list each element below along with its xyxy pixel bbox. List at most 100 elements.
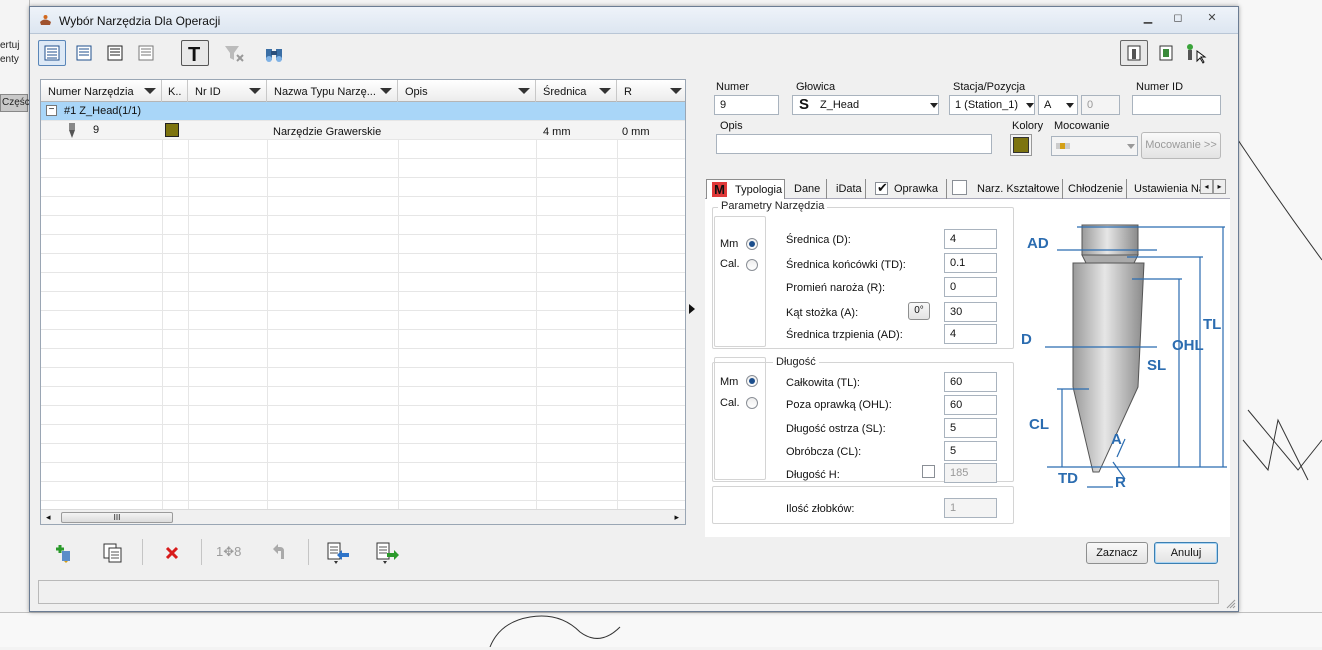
column-header-nazwa[interactable]: Nazwa Typu Narzę...	[267, 80, 398, 102]
cell-srednica: 4 mm	[543, 126, 571, 138]
unit-cal-radio[interactable]	[746, 397, 758, 409]
param-srednica-koncowki-input[interactable]: 0.1	[944, 253, 997, 273]
sort-arrow-icon	[380, 88, 392, 94]
column-header-numer[interactable]: Numer Narzędzia	[41, 80, 162, 102]
cell-numer: 9	[93, 124, 100, 136]
scroll-left-icon[interactable]: ◂	[46, 512, 51, 523]
delete-x-icon	[165, 546, 179, 560]
milling-m-icon: M	[712, 182, 727, 197]
tool-color-button[interactable]	[1182, 40, 1210, 66]
holder-view-button[interactable]	[1152, 40, 1180, 66]
diagram-label-td: TD	[1058, 470, 1078, 487]
copy-tool-button[interactable]	[102, 541, 124, 563]
column-header-nr-id[interactable]: Nr ID	[188, 80, 267, 102]
opis-input[interactable]	[716, 134, 992, 154]
column-header-kolor[interactable]: K..	[162, 80, 188, 102]
tab-scroll-right[interactable]: ▸	[1213, 179, 1226, 194]
group-row[interactable]: − #1 Z_Head(1/1)	[41, 102, 685, 121]
scroll-thumb[interactable]: III	[61, 512, 173, 523]
select-button[interactable]: Zaznacz	[1086, 542, 1148, 564]
length-ostrza-input[interactable]: 5	[944, 418, 997, 438]
stacja-select[interactable]: 1 (Station_1)	[949, 95, 1035, 115]
undo-arrow-icon	[273, 544, 284, 559]
length-poza-oprawka-input[interactable]: 60	[944, 395, 997, 415]
restore-button[interactable]: ◻	[1165, 10, 1191, 27]
length-label: Długość ostrza (SL):	[786, 423, 886, 435]
table-row[interactable]: 9 Narzędzie Grawerskie 4 mm 0 mm	[41, 121, 685, 140]
glowica-value: Z_Head	[820, 99, 860, 111]
narz-ksztaltowe-checkbox[interactable]	[952, 180, 967, 195]
param-promien-input[interactable]: 0	[944, 277, 997, 297]
background-cad-area	[1237, 0, 1322, 647]
svg-text:T: T	[188, 44, 200, 65]
view-list-2-button[interactable]	[70, 40, 98, 66]
tab-label: Chłodzenie	[1068, 183, 1124, 195]
unit-cal-radio[interactable]	[746, 259, 758, 271]
tab-typologia[interactable]: M Typologia	[706, 179, 785, 199]
tab-narz-ksztaltowe[interactable]: Narz. Kształtowe	[947, 179, 1063, 199]
param-srednica-trzpienia-input[interactable]: 4	[944, 324, 997, 344]
tab-chlodzenie[interactable]: Chłodzenie	[1063, 179, 1127, 199]
renumber-button[interactable]: 1✥8	[216, 541, 246, 563]
unit-mm-radio[interactable]	[746, 375, 758, 387]
view-list-1-button[interactable]	[38, 40, 66, 66]
tool-selection-dialog: Wybór Narzędzia Dla Operacji ▁ ◻ ✕ T Num…	[29, 6, 1239, 612]
view-list-4-button[interactable]	[132, 40, 160, 66]
tab-scroll-left[interactable]: ◂	[1200, 179, 1213, 194]
tool-properties-panel: Numer 9 Głowica S Z_Head Stacja/Pozycja …	[705, 79, 1230, 537]
horizontal-scrollbar[interactable]: ◂ III ▸	[41, 509, 685, 524]
glowica-select[interactable]: S Z_Head	[792, 95, 939, 115]
column-header-opis[interactable]: Opis	[398, 80, 536, 102]
color-picker-button[interactable]	[1010, 134, 1032, 156]
opis-label: Opis	[720, 120, 743, 132]
chevron-down-icon	[1066, 103, 1074, 108]
find-button[interactable]	[260, 40, 288, 66]
delete-tool-button[interactable]	[161, 541, 183, 563]
column-header-r[interactable]: R	[617, 80, 687, 102]
typologia-panel: Parametry Narzędzia Mm Cal. Średnica (D)…	[705, 199, 1230, 537]
app-icon	[40, 15, 51, 25]
resize-grip-icon[interactable]	[1226, 599, 1236, 609]
numer-input[interactable]: 9	[714, 95, 779, 115]
length-label: Całkowita (TL):	[786, 377, 860, 389]
clear-filter-button[interactable]	[220, 40, 248, 66]
column-header-srednica[interactable]: Średnica	[536, 80, 617, 102]
unit-mm-radio[interactable]	[746, 238, 758, 250]
oprawka-checkbox[interactable]	[875, 180, 888, 196]
text-filter-button[interactable]: T	[181, 40, 209, 66]
length-obrobcza-input[interactable]: 5	[944, 441, 997, 461]
mocowanie-select[interactable]	[1051, 136, 1138, 156]
tool-geometry-diagram: AD D TL OHL SL CL A TD R	[1021, 224, 1227, 491]
mocowanie-button[interactable]: Mocowanie >>	[1141, 132, 1221, 159]
length-calkowita-input[interactable]: 60	[944, 372, 997, 392]
tab-idata[interactable]: iData	[827, 179, 866, 199]
pozycja-select[interactable]: A	[1038, 95, 1078, 115]
param-srednica-input[interactable]: 4	[944, 229, 997, 249]
length-label: Obróbcza (CL):	[786, 446, 862, 458]
pozycja-value: A	[1044, 99, 1052, 111]
import-button[interactable]	[326, 541, 349, 564]
dlugosc-h-checkbox[interactable]	[922, 465, 935, 478]
param-kat-input[interactable]: 30	[944, 302, 997, 322]
view-list-3-button[interactable]	[101, 40, 129, 66]
minimize-button[interactable]: ▁	[1135, 10, 1161, 27]
collapse-toggle[interactable]: −	[46, 105, 57, 116]
angle-button[interactable]: 0°	[908, 302, 930, 320]
add-tool-button[interactable]	[52, 541, 74, 563]
tab-label: Narz. Kształtowe	[977, 183, 1060, 195]
tab-dane[interactable]: Dane	[785, 179, 827, 199]
numer-id-input[interactable]	[1132, 95, 1221, 115]
scroll-right-icon[interactable]: ▸	[674, 512, 679, 523]
param-label: Średnica (D):	[786, 234, 851, 246]
tab-label: iData	[836, 183, 862, 195]
tab-ustawienia[interactable]: Ustawienia Na	[1127, 179, 1200, 199]
export-button[interactable]	[375, 541, 399, 564]
tool-view-button[interactable]	[1120, 40, 1148, 66]
splitter-arrow-icon[interactable]	[689, 304, 697, 314]
text-t-icon: T	[188, 44, 200, 66]
cancel-button[interactable]: Anuluj	[1154, 542, 1218, 564]
sort-arrow-icon	[249, 88, 261, 94]
tab-oprawka[interactable]: Oprawka	[866, 179, 947, 199]
close-button[interactable]: ✕	[1197, 10, 1227, 27]
undo-button[interactable]	[270, 541, 292, 563]
